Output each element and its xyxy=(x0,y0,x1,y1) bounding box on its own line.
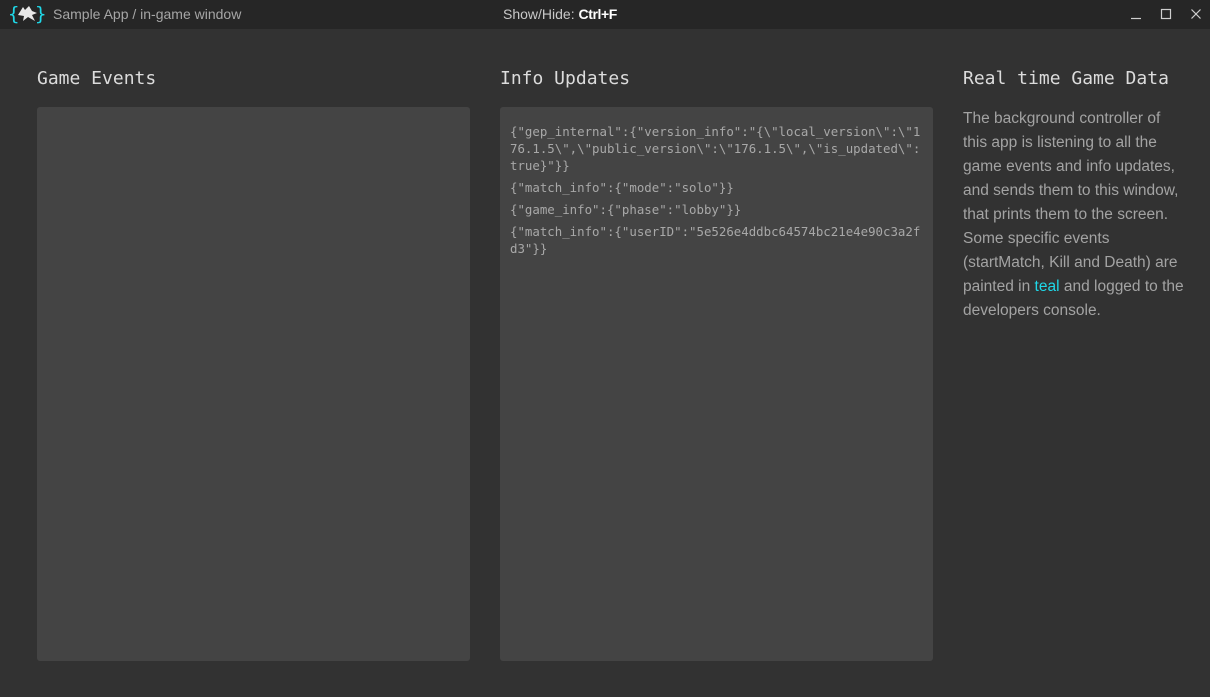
log-entry: {"gep_internal":{"version_info":"{\"loca… xyxy=(510,124,921,173)
hotkey-key: Ctrl+F xyxy=(578,6,617,22)
svg-text:{: { xyxy=(8,3,19,25)
description-text: The background controller of this app is… xyxy=(963,110,1179,295)
overwolf-logo-icon: { } xyxy=(8,3,46,25)
log-entry: {"match_info":{"mode":"solo"}} xyxy=(510,180,734,195)
title-bar[interactable]: { } Sample App / in-game window Show/Hid… xyxy=(0,0,1210,29)
hotkey-hint: Show/Hide: Ctrl+F xyxy=(503,6,617,22)
hotkey-label: Show/Hide: xyxy=(503,6,579,22)
minimize-icon xyxy=(1131,17,1141,20)
game-events-title: Game Events xyxy=(37,68,157,89)
maximize-icon xyxy=(1160,8,1172,20)
close-icon xyxy=(1191,9,1201,19)
close-button[interactable] xyxy=(1181,0,1210,29)
maximize-button[interactable] xyxy=(1151,0,1181,29)
info-updates-log[interactable]: {"gep_internal":{"version_info":"{\"loca… xyxy=(500,107,933,661)
info-updates-title: Info Updates xyxy=(500,68,631,89)
log-entry: {"game_info":{"phase":"lobby"}} xyxy=(510,202,742,217)
minimize-button[interactable] xyxy=(1121,0,1151,29)
log-entry: {"match_info":{"userID":"5e526e4ddbc6457… xyxy=(510,224,921,256)
window-title: Sample App / in-game window xyxy=(53,6,242,22)
game-events-log[interactable] xyxy=(37,107,470,661)
svg-text:}: } xyxy=(35,3,46,25)
realtime-description: The background controller of this app is… xyxy=(963,107,1185,323)
realtime-data-title: Real time Game Data xyxy=(963,68,1169,89)
teal-highlight: teal xyxy=(1034,278,1060,295)
